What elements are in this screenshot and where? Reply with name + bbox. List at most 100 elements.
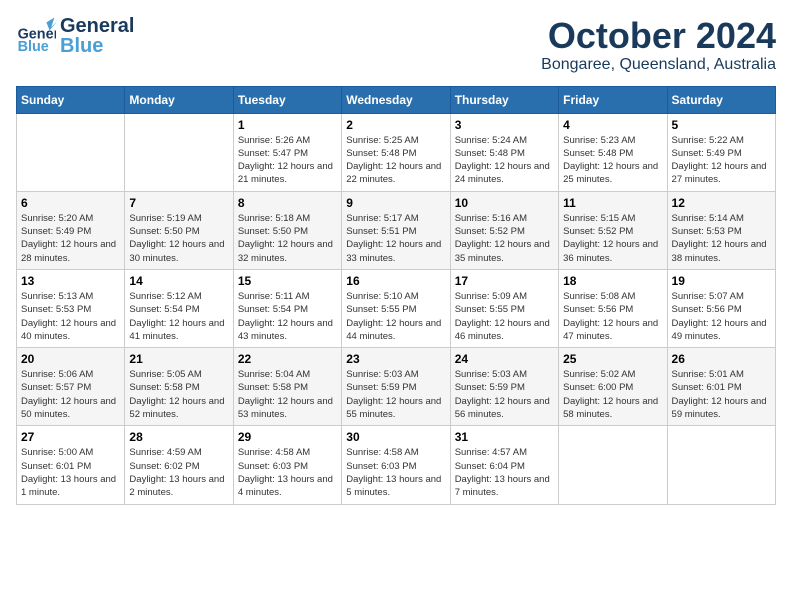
day-detail: Sunrise: 5:12 AM Sunset: 5:54 PM Dayligh… (129, 290, 228, 343)
day-number: 23 (346, 352, 445, 366)
day-detail: Sunrise: 4:58 AM Sunset: 6:03 PM Dayligh… (346, 446, 445, 499)
day-detail: Sunrise: 5:19 AM Sunset: 5:50 PM Dayligh… (129, 212, 228, 265)
logo: General Blue General Blue (16, 16, 134, 56)
calendar-cell: 24Sunrise: 5:03 AM Sunset: 5:59 PM Dayli… (450, 348, 558, 426)
month-title: October 2024 (541, 16, 776, 56)
day-number: 8 (238, 196, 337, 210)
day-number: 31 (455, 430, 554, 444)
calendar-cell: 7 Sunrise: 5:19 AM Sunset: 5:50 PM Daylig… (125, 191, 233, 269)
day-detail: Sunrise: 5:14 AM Sunset: 5:53 PM Dayligh… (672, 212, 771, 265)
day-number: 20 (21, 352, 120, 366)
logo-general: General (60, 16, 134, 36)
day-number: 18 (563, 274, 662, 288)
title-section: October 2024 Bongaree, Queensland, Austr… (541, 16, 776, 74)
calendar-cell: 26Sunrise: 5:01 AM Sunset: 6:01 PM Dayli… (667, 348, 775, 426)
day-number: 5 (672, 118, 771, 132)
day-detail: Sunrise: 5:18 AM Sunset: 5:50 PM Dayligh… (238, 212, 337, 265)
calendar-cell: 22 Sunrise: 5:04 AM Sunset: 5:58 PM Dayli… (233, 348, 341, 426)
day-number: 15 (238, 274, 337, 288)
calendar-cell (559, 426, 667, 504)
day-number: 30 (346, 430, 445, 444)
day-number: 10 (455, 196, 554, 210)
svg-text:Blue: Blue (18, 39, 49, 55)
day-number: 22 (238, 352, 337, 366)
day-number: 28 (129, 430, 228, 444)
day-detail: Sunrise: 5:15 AM Sunset: 5:52 PM Dayligh… (563, 212, 662, 265)
calendar-day-header: Thursday (450, 86, 558, 113)
day-number: 3 (455, 118, 554, 132)
day-number: 9 (346, 196, 445, 210)
day-number: 19 (672, 274, 771, 288)
calendar-cell: 27Sunrise: 5:00 AM Sunset: 6:01 PM Dayli… (17, 426, 125, 504)
day-detail: Sunrise: 5:11 AM Sunset: 5:54 PM Dayligh… (238, 290, 337, 343)
day-detail: Sunrise: 5:01 AM Sunset: 6:01 PM Dayligh… (672, 368, 771, 421)
calendar-cell: 6Sunrise: 5:20 AM Sunset: 5:49 PM Daylig… (17, 191, 125, 269)
calendar-cell: 15 Sunrise: 5:11 AM Sunset: 5:54 PM Dayli… (233, 269, 341, 347)
day-number: 11 (563, 196, 662, 210)
day-detail: Sunrise: 5:03 AM Sunset: 5:59 PM Dayligh… (346, 368, 445, 421)
day-detail: Sunrise: 5:23 AM Sunset: 5:48 PM Dayligh… (563, 134, 662, 187)
calendar-week-row: 20 Sunrise: 5:06 AM Sunset: 5:57 PM Dayli… (17, 348, 776, 426)
day-number: 2 (346, 118, 445, 132)
calendar-cell: 14 Sunrise: 5:12 AM Sunset: 5:54 PM Dayli… (125, 269, 233, 347)
calendar-cell: 3Sunrise: 5:24 AM Sunset: 5:48 PM Daylig… (450, 113, 558, 191)
calendar-cell: 25 Sunrise: 5:02 AM Sunset: 6:00 PM Dayli… (559, 348, 667, 426)
day-number: 17 (455, 274, 554, 288)
day-detail: Sunrise: 5:06 AM Sunset: 5:57 PM Dayligh… (21, 368, 120, 421)
calendar-cell: 30 Sunrise: 4:58 AM Sunset: 6:03 PM Dayli… (342, 426, 450, 504)
calendar-cell: 12 Sunrise: 5:14 AM Sunset: 5:53 PM Dayli… (667, 191, 775, 269)
calendar-cell: 8 Sunrise: 5:18 AM Sunset: 5:50 PM Daylig… (233, 191, 341, 269)
calendar-cell (17, 113, 125, 191)
day-number: 29 (238, 430, 337, 444)
calendar-cell: 13 Sunrise: 5:13 AM Sunset: 5:53 PM Dayli… (17, 269, 125, 347)
calendar-day-header: Saturday (667, 86, 775, 113)
page-header: General Blue General Blue October 2024 B… (16, 16, 776, 74)
calendar-cell: 9Sunrise: 5:17 AM Sunset: 5:51 PM Daylig… (342, 191, 450, 269)
location-title: Bongaree, Queensland, Australia (541, 56, 776, 74)
calendar-cell: 28 Sunrise: 4:59 AM Sunset: 6:02 PM Dayli… (125, 426, 233, 504)
logo-icon: General Blue (16, 16, 56, 56)
day-number: 4 (563, 118, 662, 132)
day-number: 7 (129, 196, 228, 210)
day-detail: Sunrise: 5:26 AM Sunset: 5:47 PM Dayligh… (238, 134, 337, 187)
calendar-header-row: SundayMondayTuesdayWednesdayThursdayFrid… (17, 86, 776, 113)
day-detail: Sunrise: 5:09 AM Sunset: 5:55 PM Dayligh… (455, 290, 554, 343)
day-detail: Sunrise: 5:05 AM Sunset: 5:58 PM Dayligh… (129, 368, 228, 421)
calendar-cell: 19 Sunrise: 5:07 AM Sunset: 5:56 PM Dayli… (667, 269, 775, 347)
calendar-cell: 4 Sunrise: 5:23 AM Sunset: 5:48 PM Daylig… (559, 113, 667, 191)
calendar-cell: 29Sunrise: 4:58 AM Sunset: 6:03 PM Dayli… (233, 426, 341, 504)
day-detail: Sunrise: 5:02 AM Sunset: 6:00 PM Dayligh… (563, 368, 662, 421)
calendar-cell: 23 Sunrise: 5:03 AM Sunset: 5:59 PM Dayli… (342, 348, 450, 426)
day-number: 13 (21, 274, 120, 288)
calendar-cell: 17 Sunrise: 5:09 AM Sunset: 5:55 PM Dayli… (450, 269, 558, 347)
calendar-cell: 11 Sunrise: 5:15 AM Sunset: 5:52 PM Dayli… (559, 191, 667, 269)
calendar-cell: 16Sunrise: 5:10 AM Sunset: 5:55 PM Dayli… (342, 269, 450, 347)
calendar-cell (125, 113, 233, 191)
day-number: 25 (563, 352, 662, 366)
calendar-day-header: Sunday (17, 86, 125, 113)
calendar-day-header: Tuesday (233, 86, 341, 113)
day-detail: Sunrise: 5:10 AM Sunset: 5:55 PM Dayligh… (346, 290, 445, 343)
calendar-cell: 20 Sunrise: 5:06 AM Sunset: 5:57 PM Dayli… (17, 348, 125, 426)
day-detail: Sunrise: 4:57 AM Sunset: 6:04 PM Dayligh… (455, 446, 554, 499)
logo-text: General Blue (60, 16, 134, 56)
calendar-cell: 1 Sunrise: 5:26 AM Sunset: 5:47 PM Daylig… (233, 113, 341, 191)
day-detail: Sunrise: 5:16 AM Sunset: 5:52 PM Dayligh… (455, 212, 554, 265)
calendar-week-row: 1 Sunrise: 5:26 AM Sunset: 5:47 PM Daylig… (17, 113, 776, 191)
day-detail: Sunrise: 5:25 AM Sunset: 5:48 PM Dayligh… (346, 134, 445, 187)
calendar-cell: 21 Sunrise: 5:05 AM Sunset: 5:58 PM Dayli… (125, 348, 233, 426)
calendar-cell: 18 Sunrise: 5:08 AM Sunset: 5:56 PM Dayli… (559, 269, 667, 347)
calendar-day-header: Wednesday (342, 86, 450, 113)
day-number: 27 (21, 430, 120, 444)
day-number: 1 (238, 118, 337, 132)
day-detail: Sunrise: 5:07 AM Sunset: 5:56 PM Dayligh… (672, 290, 771, 343)
calendar-cell: 2 Sunrise: 5:25 AM Sunset: 5:48 PM Daylig… (342, 113, 450, 191)
day-number: 21 (129, 352, 228, 366)
calendar-cell (667, 426, 775, 504)
day-detail: Sunrise: 5:08 AM Sunset: 5:56 PM Dayligh… (563, 290, 662, 343)
day-number: 14 (129, 274, 228, 288)
day-detail: Sunrise: 4:59 AM Sunset: 6:02 PM Dayligh… (129, 446, 228, 499)
day-detail: Sunrise: 5:13 AM Sunset: 5:53 PM Dayligh… (21, 290, 120, 343)
day-detail: Sunrise: 5:04 AM Sunset: 5:58 PM Dayligh… (238, 368, 337, 421)
day-number: 12 (672, 196, 771, 210)
